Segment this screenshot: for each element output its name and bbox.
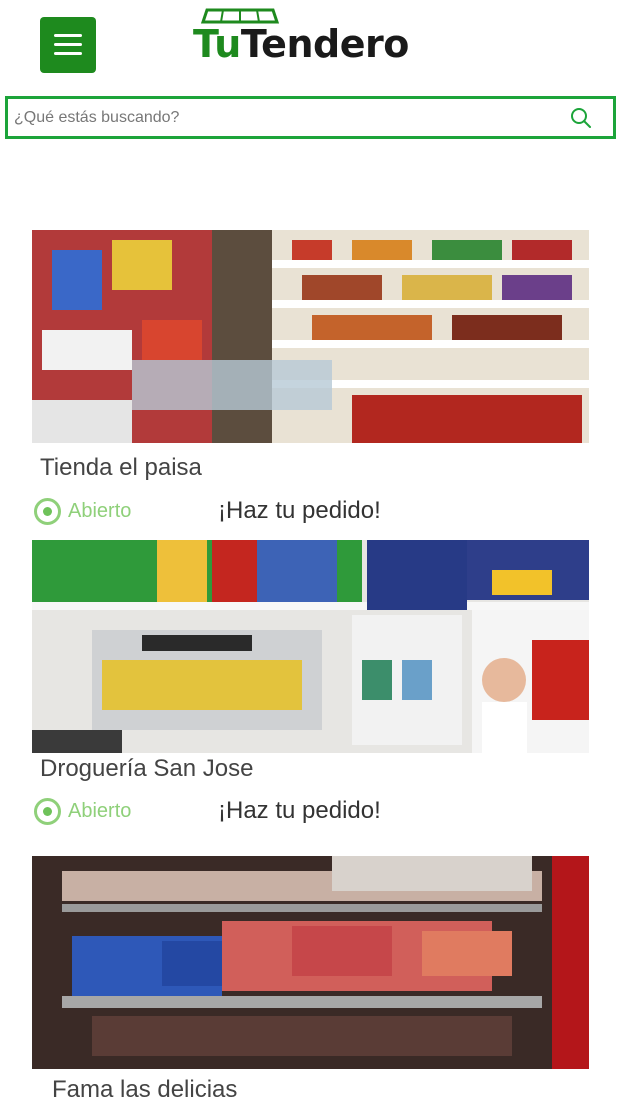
search-input[interactable] bbox=[14, 105, 554, 131]
status-label: Abierto bbox=[68, 800, 132, 822]
tutendero-logo[interactable]: TuTendero bbox=[193, 8, 433, 68]
open-status-icon bbox=[34, 498, 61, 525]
menu-bar bbox=[54, 43, 82, 46]
store-name[interactable]: Droguería San Jose bbox=[40, 755, 253, 783]
store-name[interactable]: Tienda el paisa bbox=[40, 454, 202, 482]
store-image-grocery[interactable] bbox=[32, 230, 589, 443]
open-status-icon bbox=[34, 798, 61, 825]
header: TuTendero bbox=[0, 0, 621, 90]
order-link[interactable]: ¡Haz tu pedido! bbox=[218, 497, 381, 525]
status-badge: Abierto bbox=[32, 492, 142, 532]
store-image-pharmacy[interactable] bbox=[32, 540, 589, 753]
menu-bar bbox=[54, 52, 82, 55]
logo-text-tendero: Tendero bbox=[240, 22, 410, 66]
grocery-store-shelves-photo bbox=[32, 230, 589, 443]
search-icon[interactable] bbox=[569, 106, 593, 130]
logo-text: TuTendero bbox=[193, 22, 409, 66]
logo-text-tu: Tu bbox=[193, 22, 241, 66]
butcher-meat-display-photo bbox=[32, 856, 589, 1069]
store-name[interactable]: Fama las delicias bbox=[52, 1076, 237, 1104]
hamburger-menu-button[interactable] bbox=[40, 17, 96, 73]
menu-bar bbox=[54, 34, 82, 37]
order-link[interactable]: ¡Haz tu pedido! bbox=[218, 797, 381, 825]
status-label: Abierto bbox=[68, 500, 132, 522]
store-image-butcher[interactable] bbox=[32, 856, 589, 1069]
pharmacy-shelves-photo bbox=[32, 540, 589, 753]
search-bar bbox=[5, 96, 616, 139]
status-badge: Abierto bbox=[32, 792, 142, 832]
